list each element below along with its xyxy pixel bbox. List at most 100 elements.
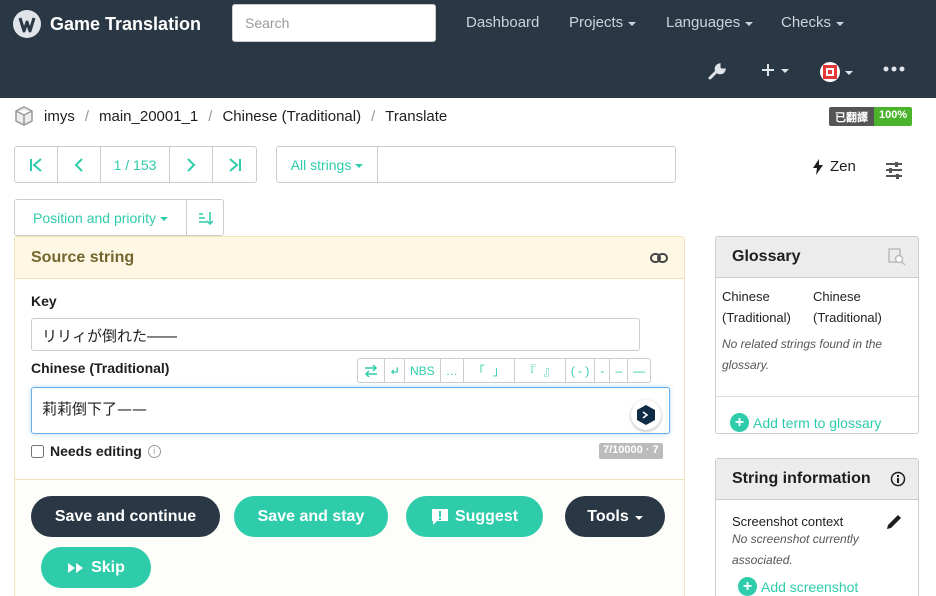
- double-quote-close-button[interactable]: 』: [540, 362, 560, 379]
- plus-circle-icon: +: [730, 413, 749, 432]
- suggest-button[interactable]: Suggest: [406, 496, 543, 537]
- info-icon: i: [147, 444, 161, 458]
- string-info-panel: String information Screenshot context No…: [715, 458, 919, 596]
- add-menu[interactable]: [760, 62, 789, 78]
- nav-languages[interactable]: Languages: [666, 14, 754, 31]
- glossary-columns: Chinese (Traditional) Chinese (Tradition…: [716, 278, 918, 328]
- first-icon: [30, 157, 42, 172]
- add-screenshot-link[interactable]: + Add screenshot: [738, 577, 902, 596]
- tools-button[interactable]: Tools: [565, 496, 665, 537]
- sort-direction-button[interactable]: [187, 200, 223, 235]
- filter-label: All strings: [290, 156, 352, 173]
- settings-sliders-icon[interactable]: [884, 160, 904, 183]
- translation-panel: Source string Key リリィが倒れた―― Chinese (Tra…: [14, 236, 685, 596]
- translation-textarea[interactable]: 莉莉倒下了——: [31, 387, 670, 434]
- edit-pencil-icon[interactable]: [884, 512, 904, 532]
- needs-editing-input[interactable]: [31, 444, 44, 458]
- glossary-panel: Glossary Chinese (Traditional) Chinese (…: [715, 236, 919, 434]
- em-dash-button[interactable]: —: [628, 359, 650, 382]
- breadcrumb-separator: /: [208, 107, 213, 125]
- last-string-button[interactable]: [213, 147, 256, 182]
- target-language-label: Chinese (Traditional): [31, 360, 170, 376]
- add-term-link[interactable]: + Add term to glossary: [730, 413, 904, 432]
- zen-mode-button[interactable]: Zen: [812, 158, 856, 175]
- save-continue-button[interactable]: Save and continue: [31, 496, 220, 537]
- last-icon: [228, 157, 241, 172]
- brand[interactable]: Game Translation: [12, 9, 201, 39]
- key-label: Key: [31, 293, 57, 309]
- lightning-icon: [813, 158, 823, 175]
- sort-controls: Position and priority: [14, 199, 224, 236]
- hyphen-button[interactable]: ‐: [595, 359, 611, 382]
- breadcrumb-project[interactable]: imys: [44, 108, 75, 125]
- corner-quote-close-button[interactable]: 」: [489, 362, 509, 379]
- nbsp-button[interactable]: NBS: [405, 359, 441, 382]
- en-dash-button[interactable]: –: [610, 359, 629, 382]
- glossary-header: Glossary: [716, 237, 918, 278]
- search-input[interactable]: [232, 4, 436, 42]
- first-string-button[interactable]: [15, 147, 58, 182]
- more-icon[interactable]: [883, 66, 905, 72]
- plus-icon: [762, 64, 774, 76]
- package-icon: [15, 106, 33, 126]
- avatar: [820, 62, 840, 82]
- info-circle-icon[interactable]: [890, 471, 906, 487]
- breadcrumb-separator: /: [371, 107, 376, 125]
- needs-editing-label: Needs editing: [50, 443, 142, 459]
- special-chars-toolbar: NBS … 「 」 『 』 ( - ) ‐ – —: [357, 358, 652, 383]
- nav-projects[interactable]: Projects: [569, 14, 637, 31]
- return-icon: [390, 366, 398, 374]
- sort-dropdown[interactable]: Position and priority: [15, 200, 187, 235]
- user-menu[interactable]: [820, 62, 853, 82]
- string-info-title: String information: [732, 470, 871, 487]
- status-badge-label: 已翻譯: [829, 107, 874, 126]
- search-query-input[interactable]: [377, 146, 676, 183]
- tools-label: Tools: [587, 507, 629, 525]
- weblate-logo-icon: [13, 10, 41, 38]
- caret-down-icon: [634, 515, 643, 520]
- breadcrumb-page: Translate: [385, 107, 448, 125]
- skip-label: Skip: [91, 558, 125, 576]
- nav-checks[interactable]: Checks: [781, 14, 845, 31]
- ellipsis-button[interactable]: …: [441, 359, 464, 382]
- add-term-label: Add term to glossary: [753, 414, 882, 431]
- screenshot-label: Screenshot context: [732, 514, 844, 529]
- skip-button[interactable]: Skip: [41, 547, 151, 588]
- copy-source-button[interactable]: [358, 359, 385, 382]
- save-stay-label: Save and stay: [257, 507, 365, 525]
- next-string-button[interactable]: [170, 147, 213, 182]
- deepl-icon: [637, 405, 655, 425]
- previous-string-button[interactable]: [58, 147, 101, 182]
- newline-button[interactable]: [385, 359, 405, 382]
- suggest-icon: [431, 508, 448, 525]
- breadcrumb-component[interactable]: main_20001_1: [99, 108, 198, 125]
- corner-quote-open-button[interactable]: 「: [469, 362, 489, 379]
- chevron-right-icon: [187, 157, 196, 172]
- save-stay-button[interactable]: Save and stay: [234, 496, 388, 537]
- caret-down-icon: [745, 21, 754, 26]
- source-key: リリィが倒れた――: [31, 318, 640, 351]
- sort-direction-icon: [199, 211, 213, 225]
- link-icon[interactable]: [650, 252, 668, 264]
- fast-forward-icon: [68, 562, 84, 573]
- wrench-icon[interactable]: [707, 62, 727, 82]
- save-continue-label: Save and continue: [54, 507, 197, 525]
- string-pager: 1 / 153: [14, 146, 257, 183]
- add-screenshot-label: Add screenshot: [761, 578, 859, 595]
- breadcrumb: imys / main_20001_1 / Chinese (Tradition…: [14, 106, 447, 126]
- nav-dashboard[interactable]: Dashboard: [466, 14, 539, 31]
- action-bar: Save and continue Save and stay Suggest …: [15, 479, 684, 596]
- sort-label: Position and priority: [33, 209, 156, 226]
- glossary-empty-note: No related strings found in the glossary…: [722, 337, 883, 372]
- breadcrumb-language[interactable]: Chinese (Traditional): [222, 108, 361, 125]
- char-counter: 7/10000 · 7: [599, 443, 663, 459]
- status-badge: 已翻譯 100%: [829, 107, 913, 126]
- glossary-search-icon[interactable]: [888, 248, 906, 266]
- brand-name: Game Translation: [50, 13, 202, 34]
- machine-translation-button[interactable]: [631, 400, 661, 430]
- chevron-left-icon: [74, 157, 83, 172]
- double-quote-open-button[interactable]: 『: [520, 362, 540, 379]
- paren-button[interactable]: ( - ): [566, 359, 596, 382]
- needs-editing-checkbox[interactable]: Needs editing i: [31, 443, 161, 459]
- filter-dropdown[interactable]: All strings: [276, 146, 378, 183]
